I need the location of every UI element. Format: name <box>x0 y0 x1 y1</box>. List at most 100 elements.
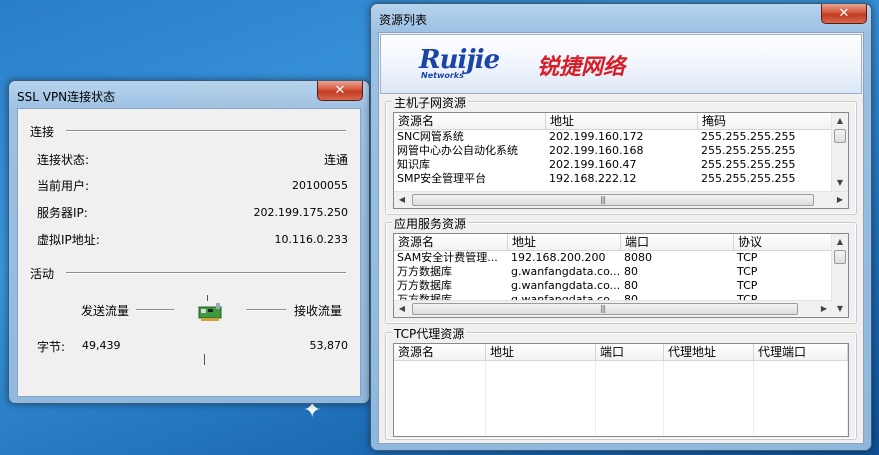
virtual-ip-label: 虚拟IP地址: <box>37 233 100 247</box>
vpn-window-titlebar[interactable]: SSL VPN连接状态 ✕ <box>9 81 369 107</box>
server-ip-value: 202.199.175.250 <box>253 206 348 219</box>
received-traffic-line <box>246 309 286 311</box>
host-subnet-header: 资源名 地址 掩码 <box>394 113 832 130</box>
ruijie-logo: Ruijie Networks <box>419 45 500 80</box>
tcp-proxy-list[interactable]: 资源名 地址 端口 代理地址 代理端口 <box>393 343 849 437</box>
host-vertical-scrollbar[interactable]: ▲ ▼ <box>831 113 848 191</box>
tcp-proxy-empty-area <box>394 361 848 436</box>
ruijie-logo-sub: Networks <box>421 71 464 80</box>
resource-list-window: 资源列表 ✕ Ruijie Networks 锐捷网络 主机子网资源 资源名 地… <box>370 3 872 451</box>
activity-divider <box>66 272 346 274</box>
activity-indicator-tick <box>207 295 208 301</box>
tcp-col-port[interactable]: 端口 <box>596 344 664 360</box>
received-traffic-label: 接收流量 <box>294 304 343 318</box>
host-col-address[interactable]: 地址 <box>546 113 698 129</box>
scroll-up-arrow-icon[interactable]: ▲ <box>832 113 848 129</box>
brand-banner: Ruijie Networks 锐捷网络 <box>380 34 862 94</box>
app-row-protocol: TCP <box>737 265 758 278</box>
host-row-mask: 255.255.255.255 <box>701 130 796 143</box>
app-vertical-scrollbar[interactable]: ▲ ▼ <box>831 234 848 317</box>
status-label: 连接状态: <box>37 153 90 167</box>
tcp-col-proxy-port[interactable]: 代理端口 <box>754 344 848 360</box>
app-row-protocol: TCP <box>737 251 758 264</box>
app-col-protocol[interactable]: 协议 <box>734 234 832 250</box>
app-service-header: 资源名 地址 端口 协议 <box>394 234 832 251</box>
host-horizontal-scrollbar[interactable]: ◀ ||| ▶ <box>394 191 848 208</box>
table-row[interactable]: 知识库 202.199.160.47 255.255.255.255 <box>394 158 832 172</box>
app-col-address[interactable]: 地址 <box>508 234 621 250</box>
scroll-down-arrow-icon[interactable]: ▼ <box>832 301 848 317</box>
app-service-list[interactable]: 资源名 地址 端口 协议 SAM安全计费管理... 192.168.200.20… <box>393 233 849 318</box>
host-row-name: SNC网管系统 <box>397 130 464 143</box>
host-col-mask[interactable]: 掩码 <box>698 113 832 129</box>
app-service-group: 应用服务资源 资源名 地址 端口 协议 SAM安全计费管理... 192.168… <box>385 215 857 324</box>
host-subnet-title: 主机子网资源 <box>392 94 469 111</box>
host-row-address: 192.168.222.12 <box>549 172 637 185</box>
ruijie-chinese-logo: 锐捷网络 <box>537 55 626 80</box>
host-subnet-list[interactable]: 资源名 地址 掩码 SNC网管系统 202.199.160.172 255.25… <box>393 112 849 209</box>
connection-section-title: 连接 <box>30 125 55 139</box>
status-value: 连通 <box>323 153 348 167</box>
user-label: 当前用户: <box>37 179 90 193</box>
table-row[interactable]: SMP安全管理平台 192.168.222.12 255.255.255.255 <box>394 172 832 186</box>
host-hscroll-thumb[interactable] <box>412 194 814 206</box>
tcp-col-name[interactable]: 资源名 <box>394 344 486 360</box>
app-row-name: 万方数据库 <box>397 265 452 278</box>
scroll-right-arrow-icon[interactable]: ▶ <box>816 301 832 317</box>
host-row-name: 网管中心办公自动化系统 <box>397 144 518 157</box>
bytes-sent-value: 49,439 <box>82 339 121 352</box>
tcp-proxy-header: 资源名 地址 端口 代理地址 代理端口 <box>394 344 848 361</box>
resource-client-area: Ruijie Networks 锐捷网络 主机子网资源 资源名 地址 掩码 SN… <box>378 32 864 444</box>
bytes-label: 字节: <box>37 340 66 354</box>
scroll-left-arrow-icon[interactable]: ◀ <box>394 301 410 317</box>
scroll-grip-icon: ||| <box>600 304 606 313</box>
vpn-close-button[interactable]: ✕ <box>317 81 363 101</box>
bytes-received-value: 53,870 <box>309 339 349 352</box>
table-row[interactable]: 万方数据库 g.wanfangdata.co... 80 TCP <box>394 279 832 293</box>
host-vscroll-thumb[interactable] <box>834 129 846 143</box>
vpn-status-window: SSL VPN连接状态 ✕ 连接 连接状态: 连通 当前用户: 20100055… <box>8 80 370 404</box>
connection-divider <box>66 130 346 132</box>
scroll-grip-icon: ||| <box>600 195 606 204</box>
table-row[interactable]: SNC网管系统 202.199.160.172 255.255.255.255 <box>394 130 832 144</box>
app-row-name: 万方数据库 <box>397 279 452 292</box>
resource-window-title: 资源列表 <box>379 13 428 27</box>
host-col-name[interactable]: 资源名 <box>394 113 546 129</box>
app-service-title: 应用服务资源 <box>392 215 469 232</box>
app-col-name[interactable]: 资源名 <box>394 234 508 250</box>
host-row-name: 知识库 <box>397 158 430 171</box>
network-card-icon <box>198 301 222 323</box>
host-row-mask: 255.255.255.255 <box>701 172 796 185</box>
scroll-down-arrow-icon[interactable]: ▼ <box>832 175 848 191</box>
resource-window-titlebar[interactable]: 资源列表 ✕ <box>371 4 871 30</box>
server-ip-label: 服务器IP: <box>37 206 88 220</box>
app-row-name: SAM安全计费管理... <box>397 251 498 264</box>
virtual-ip-value: 10.116.0.233 <box>274 233 348 246</box>
vpn-client-area: 连接 连接状态: 连通 当前用户: 20100055 服务器IP: 202.19… <box>17 108 361 397</box>
scroll-up-arrow-icon[interactable]: ▲ <box>832 234 848 250</box>
app-col-port[interactable]: 端口 <box>621 234 734 250</box>
resource-close-button[interactable]: ✕ <box>821 4 867 24</box>
tcp-proxy-group: TCP代理资源 资源名 地址 端口 代理地址 代理端口 <box>385 325 857 440</box>
table-row[interactable]: 网管中心办公自动化系统 202.199.160.168 255.255.255.… <box>394 144 832 158</box>
host-row-name: SMP安全管理平台 <box>397 172 487 185</box>
scroll-right-arrow-icon[interactable]: ▶ <box>832 192 848 208</box>
tcp-col-address[interactable]: 地址 <box>486 344 596 360</box>
host-row-address: 202.199.160.47 <box>549 158 637 171</box>
host-row-mask: 255.255.255.255 <box>701 158 796 171</box>
tcp-col-proxy-address[interactable]: 代理地址 <box>664 344 754 360</box>
table-row[interactable]: SAM安全计费管理... 192.168.200.200 8080 TCP <box>394 251 832 265</box>
app-row-address: g.wanfangdata.co... <box>511 265 621 278</box>
app-horizontal-scrollbar[interactable]: ◀ ||| ▶ <box>394 300 832 317</box>
host-row-address: 202.199.160.168 <box>549 144 644 157</box>
app-row-protocol: TCP <box>737 279 758 292</box>
table-row[interactable]: 万方数据库 g.wanfangdata.co... 80 TCP <box>394 265 832 279</box>
sent-traffic-line <box>136 309 174 311</box>
scroll-left-arrow-icon[interactable]: ◀ <box>394 192 410 208</box>
app-row-address: g.wanfangdata.co... <box>511 279 621 292</box>
app-vscroll-thumb[interactable] <box>834 250 846 264</box>
host-row-address: 202.199.160.172 <box>549 130 644 143</box>
activity-section-title: 活动 <box>30 267 55 281</box>
vpn-window-title: SSL VPN连接状态 <box>17 90 116 104</box>
host-subnet-group: 主机子网资源 资源名 地址 掩码 SNC网管系统 202.199.160.172… <box>385 94 857 215</box>
